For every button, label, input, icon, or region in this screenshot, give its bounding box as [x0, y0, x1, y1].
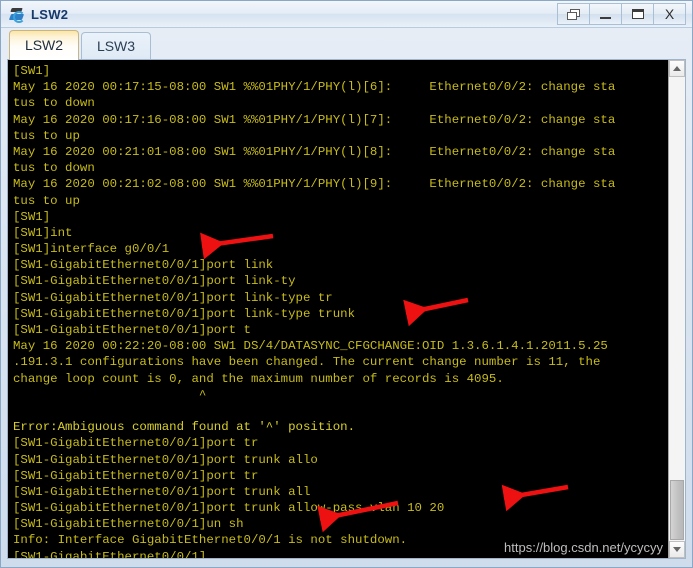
- scrollbar-thumb[interactable]: [670, 480, 684, 540]
- terminal-line: [SW1-GigabitEthernet0/0/1]port link: [13, 258, 274, 273]
- watermark: https://blog.csdn.net/ycycyy: [504, 540, 663, 555]
- tab-lsw2[interactable]: LSW2: [9, 30, 79, 60]
- terminal-line: [SW1-GigabitEthernet0/0/1]port trunk all…: [13, 501, 445, 516]
- terminal-line: [SW1-GigabitEthernet0/0/1]port t: [13, 323, 251, 337]
- close-button[interactable]: X: [653, 3, 686, 25]
- terminal-line: tus to up: [13, 193, 80, 208]
- terminal-scrollbar[interactable]: [668, 60, 685, 558]
- terminal-line: [SW1-GigabitEthernet0/0/1]port trunk all: [13, 484, 311, 499]
- terminal-line: Error:Ambiguous command found at '^' pos…: [13, 420, 356, 435]
- terminal-line: tus to down: [13, 161, 95, 176]
- terminal-line: May 16 2020 00:17:16-08:00 SW1 %%01PHY/1…: [13, 112, 616, 127]
- terminal-line: [SW1]int: [13, 225, 73, 240]
- scrollbar-down-button[interactable]: [669, 541, 685, 558]
- window-title: LSW2: [31, 6, 69, 22]
- maximize-button[interactable]: [621, 3, 654, 25]
- terminal-line: May 16 2020 00:21:02-08:00 SW1 %%01PHY/1…: [13, 177, 616, 192]
- scrollbar-up-button[interactable]: [669, 60, 685, 77]
- maximize-icon: [631, 9, 644, 19]
- scrollbar-track[interactable]: [669, 77, 685, 541]
- lsw2-window: LSW2 X LSW2 LSW3 [SW1] May 16 2020 00:17…: [0, 0, 693, 568]
- chevron-down-icon: [673, 547, 681, 552]
- tab-lsw3-label: LSW3: [96, 38, 136, 54]
- terminal-line: ^: [13, 387, 207, 402]
- terminal-line: [SW1-GigabitEthernet0/0/1]port link-ty: [13, 274, 296, 289]
- terminal-line: May 16 2020 00:22:20-08:00 SW1 DS/4/DATA…: [13, 339, 608, 354]
- minimize-icon: [600, 16, 611, 19]
- terminal-line: May 16 2020 00:17:15-08:00 SW1 %%01PHY/1…: [13, 80, 616, 95]
- terminal-line: [SW1-GigabitEthernet0/0/1]port link-type…: [13, 306, 356, 321]
- terminal-output[interactable]: [SW1] May 16 2020 00:17:15-08:00 SW1 %%01…: [8, 60, 668, 558]
- terminal-line: [SW1]interface g0/0/1: [13, 242, 170, 257]
- terminal-line: [SW1]: [13, 64, 51, 78]
- terminal-line: [SW1-GigabitEthernet0/0/1]port link-type…: [13, 290, 333, 305]
- chevron-up-icon: [673, 66, 681, 71]
- terminal-panel: [SW1] May 16 2020 00:17:15-08:00 SW1 %%01…: [7, 59, 686, 559]
- tab-lsw2-label: LSW2: [24, 37, 64, 53]
- title-bar: LSW2 X: [1, 1, 692, 28]
- terminal-line: [SW1]: [13, 209, 51, 224]
- switch-icon: [8, 6, 26, 23]
- terminal-line: [SW1-GigabitEthernet0/0/1]port tr: [13, 468, 259, 483]
- minimize-button[interactable]: [589, 3, 622, 25]
- tab-strip: LSW2 LSW3: [1, 28, 692, 60]
- terminal-line: tus to down: [13, 96, 95, 111]
- terminal-line: [SW1-GigabitEthernet0/0/1]un sh: [13, 517, 244, 532]
- restore-icon: [567, 8, 580, 20]
- terminal-line: [SW1-GigabitEthernet0/0/1]port tr: [13, 436, 259, 451]
- window-controls: X: [557, 3, 686, 25]
- terminal-line: tus to up: [13, 128, 80, 143]
- terminal-line: May 16 2020 00:21:01-08:00 SW1 %%01PHY/1…: [13, 144, 616, 159]
- restore-button[interactable]: [557, 3, 590, 25]
- close-icon: X: [664, 6, 675, 22]
- tab-lsw3[interactable]: LSW3: [81, 32, 151, 59]
- terminal-line: [SW1-GigabitEthernet0/0/1]port trunk all…: [13, 452, 318, 467]
- terminal-line: .191.3.1 configurations have been change…: [13, 355, 601, 370]
- terminal-line: change loop count is 0, and the maximum …: [13, 371, 504, 386]
